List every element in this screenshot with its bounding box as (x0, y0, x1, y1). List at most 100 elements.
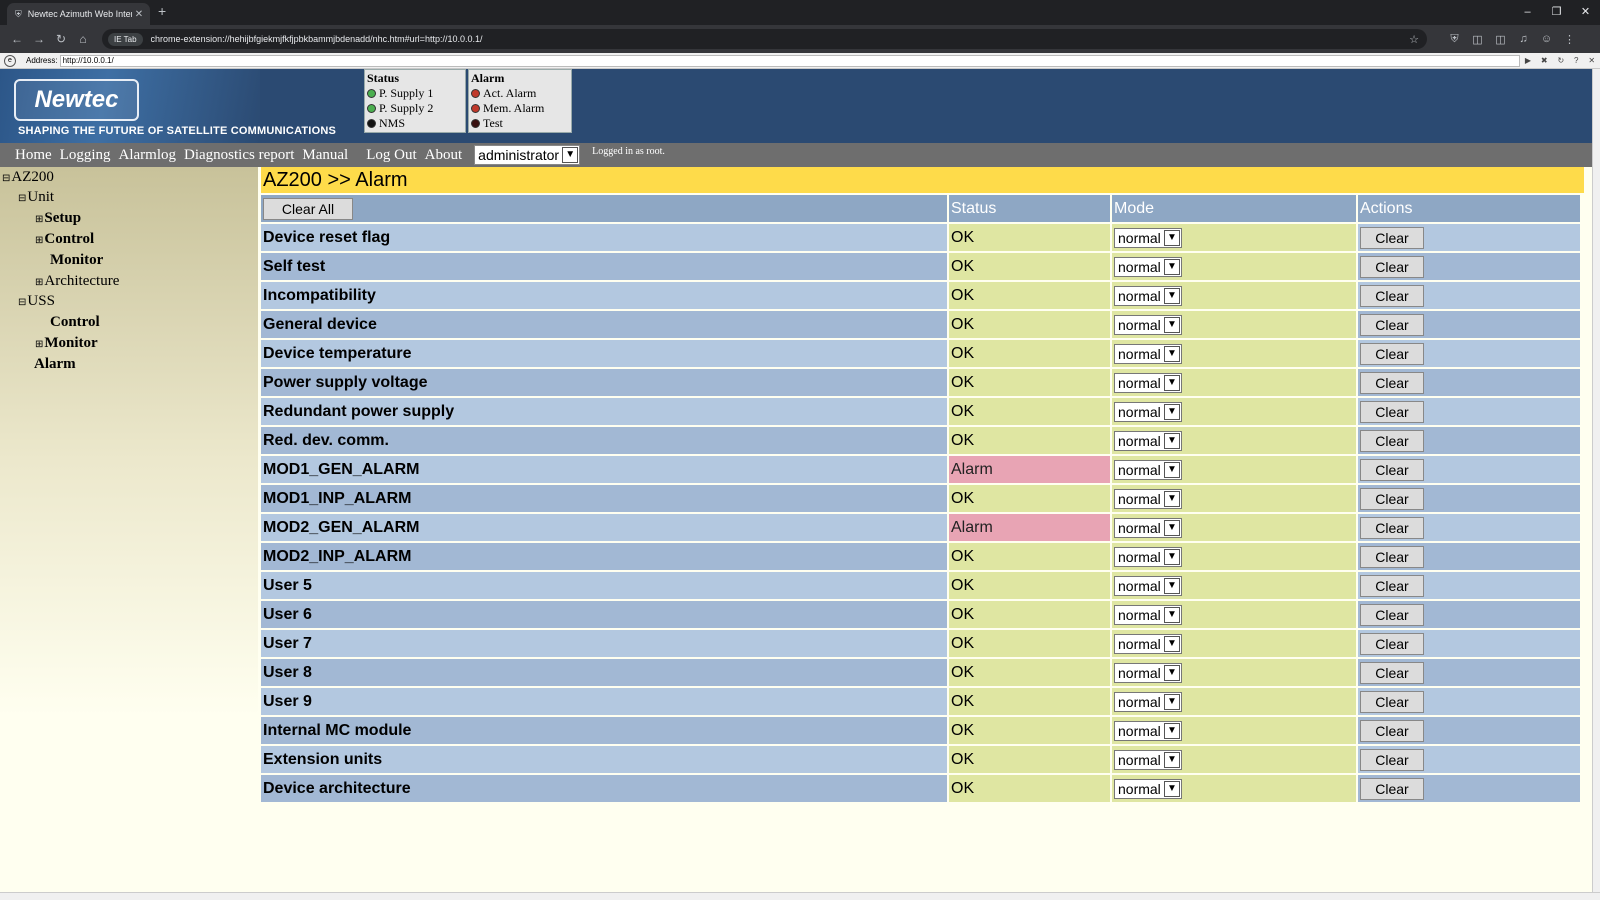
close-window-icon[interactable]: ✕ (1571, 0, 1600, 25)
help-icon[interactable]: ? (1574, 56, 1578, 65)
restore-icon[interactable]: ❐ (1542, 0, 1571, 25)
reload-icon[interactable]: ↻ (50, 32, 72, 46)
mode-select[interactable]: normal ▼ (1114, 401, 1182, 422)
tree-item-uss[interactable]: ⊟USS (18, 293, 55, 310)
mode-select[interactable]: normal ▼ (1114, 285, 1182, 306)
chevron-down-icon[interactable]: ▼ (1164, 780, 1180, 797)
role-select[interactable]: administrator ▼ (474, 145, 581, 165)
clear-button[interactable]: Clear (1360, 719, 1424, 742)
clear-button[interactable]: Clear (1360, 313, 1424, 336)
tree-item-alarm[interactable]: Alarm (34, 356, 76, 373)
mode-select[interactable]: normal ▼ (1114, 546, 1182, 567)
chevron-down-icon[interactable]: ▼ (1164, 519, 1180, 536)
chevron-down-icon[interactable]: ▼ (1164, 432, 1180, 449)
mode-select[interactable]: normal ▼ (1114, 256, 1182, 277)
menu-diagnostics-report[interactable]: Diagnostics report (184, 147, 294, 164)
chevron-down-icon[interactable]: ▼ (1164, 258, 1180, 275)
chevron-down-icon[interactable]: ▼ (1164, 229, 1180, 246)
ie-tab-chip[interactable]: IE Tab (108, 32, 143, 46)
back-icon[interactable]: ← (6, 32, 28, 46)
go-icon[interactable]: ▶ (1525, 56, 1531, 65)
chevron-down-icon[interactable]: ▼ (1164, 316, 1180, 333)
shield-extension-icon[interactable]: ⛨ (1443, 33, 1466, 46)
expand-icon[interactable]: ⊞ (35, 339, 43, 350)
chevron-down-icon[interactable]: ▼ (1164, 374, 1180, 391)
clear-button[interactable]: Clear (1360, 545, 1424, 568)
mode-select[interactable]: normal ▼ (1114, 227, 1182, 248)
clear-button[interactable]: Clear (1360, 690, 1424, 713)
clear-button[interactable]: Clear (1360, 284, 1424, 307)
mode-select[interactable]: normal ▼ (1114, 720, 1182, 741)
menu-log-out[interactable]: Log Out (366, 147, 416, 164)
refresh-icon[interactable]: ↻ (1557, 56, 1564, 65)
collapse-icon[interactable]: ⊟ (18, 297, 26, 308)
chevron-down-icon[interactable]: ▼ (562, 147, 579, 163)
clear-button[interactable]: Clear (1360, 632, 1424, 655)
mode-select[interactable]: normal ▼ (1114, 778, 1182, 799)
tree-item-az200[interactable]: ⊟AZ200 (2, 169, 54, 186)
tree-item-control[interactable]: ⊞Control (35, 231, 94, 248)
collapse-icon[interactable]: ⊟ (18, 193, 26, 204)
clear-button[interactable]: Clear (1360, 661, 1424, 684)
expand-icon[interactable]: ⊞ (35, 235, 43, 246)
profile-icon[interactable]: ☺ (1535, 33, 1558, 46)
chevron-down-icon[interactable]: ▼ (1164, 722, 1180, 739)
menu-home[interactable]: Home (15, 147, 52, 164)
mode-select[interactable]: normal ▼ (1114, 749, 1182, 770)
tools-icon[interactable]: ✖ (1541, 56, 1548, 65)
clear-button[interactable]: Clear (1360, 516, 1424, 539)
horizontal-scrollbar[interactable] (0, 892, 1600, 900)
clear-button[interactable]: Clear (1360, 371, 1424, 394)
tree-item-architecture[interactable]: ⊞Architecture (35, 273, 119, 290)
menu-alarmlog[interactable]: Alarmlog (119, 147, 177, 164)
new-tab-icon[interactable]: + (158, 3, 166, 19)
tree-item-setup[interactable]: ⊞Setup (35, 210, 81, 227)
tree-item-monitor[interactable]: Monitor (50, 252, 103, 269)
chevron-down-icon[interactable]: ▼ (1164, 606, 1180, 623)
menu-about[interactable]: About (425, 147, 463, 164)
expand-icon[interactable]: ⊞ (35, 214, 43, 225)
mode-select[interactable]: normal ▼ (1114, 691, 1182, 712)
clear-button[interactable]: Clear (1360, 574, 1424, 597)
chevron-down-icon[interactable]: ▼ (1164, 751, 1180, 768)
mode-select[interactable]: normal ▼ (1114, 372, 1182, 393)
menu-manual[interactable]: Manual (302, 147, 348, 164)
menu-kebab-icon[interactable]: ⋮ (1558, 33, 1581, 46)
sidepanel-icon[interactable]: ◫ (1489, 33, 1512, 46)
forward-icon[interactable]: → (28, 32, 50, 46)
mode-select[interactable]: normal ▼ (1114, 633, 1182, 654)
mode-select[interactable]: normal ▼ (1114, 604, 1182, 625)
clear-button[interactable]: Clear (1360, 748, 1424, 771)
clear-button[interactable]: Clear (1360, 255, 1424, 278)
vertical-scrollbar[interactable] (1592, 69, 1600, 892)
tree-item-uss-monitor[interactable]: ⊞Monitor (35, 335, 98, 352)
clear-button[interactable]: Clear (1360, 400, 1424, 423)
mode-select[interactable]: normal ▼ (1114, 314, 1182, 335)
ie-close-icon[interactable]: ✕ (1588, 56, 1595, 65)
tree-item-unit[interactable]: ⊟Unit (18, 189, 54, 206)
mode-select[interactable]: normal ▼ (1114, 488, 1182, 509)
tree-item-uss-control[interactable]: Control (50, 314, 100, 331)
menu-logging[interactable]: Logging (60, 147, 111, 164)
clear-button[interactable]: Clear (1360, 342, 1424, 365)
clear-all-button[interactable]: Clear All (263, 197, 353, 220)
clear-button[interactable]: Clear (1360, 777, 1424, 800)
chevron-down-icon[interactable]: ▼ (1164, 635, 1180, 652)
clear-button[interactable]: Clear (1360, 429, 1424, 452)
media-icon[interactable]: ♫ (1512, 33, 1535, 46)
chevron-down-icon[interactable]: ▼ (1164, 548, 1180, 565)
clear-button[interactable]: Clear (1360, 458, 1424, 481)
mode-select[interactable]: normal ▼ (1114, 343, 1182, 364)
chevron-down-icon[interactable]: ▼ (1164, 461, 1180, 478)
address-bar[interactable]: IE Tab chrome-extension://hehijbfgiekmjf… (102, 29, 1427, 49)
close-tab-icon[interactable]: ✕ (132, 9, 146, 20)
minimize-icon[interactable]: – (1513, 0, 1542, 25)
mode-select[interactable]: normal ▼ (1114, 575, 1182, 596)
chevron-down-icon[interactable]: ▼ (1164, 403, 1180, 420)
clear-button[interactable]: Clear (1360, 487, 1424, 510)
chevron-down-icon[interactable]: ▼ (1164, 577, 1180, 594)
chevron-down-icon[interactable]: ▼ (1164, 664, 1180, 681)
url-text[interactable]: chrome-extension://hehijbfgiekmjfkfjpbkb… (151, 34, 1410, 44)
mode-select[interactable]: normal ▼ (1114, 430, 1182, 451)
bookmark-star-icon[interactable]: ☆ (1409, 33, 1419, 46)
